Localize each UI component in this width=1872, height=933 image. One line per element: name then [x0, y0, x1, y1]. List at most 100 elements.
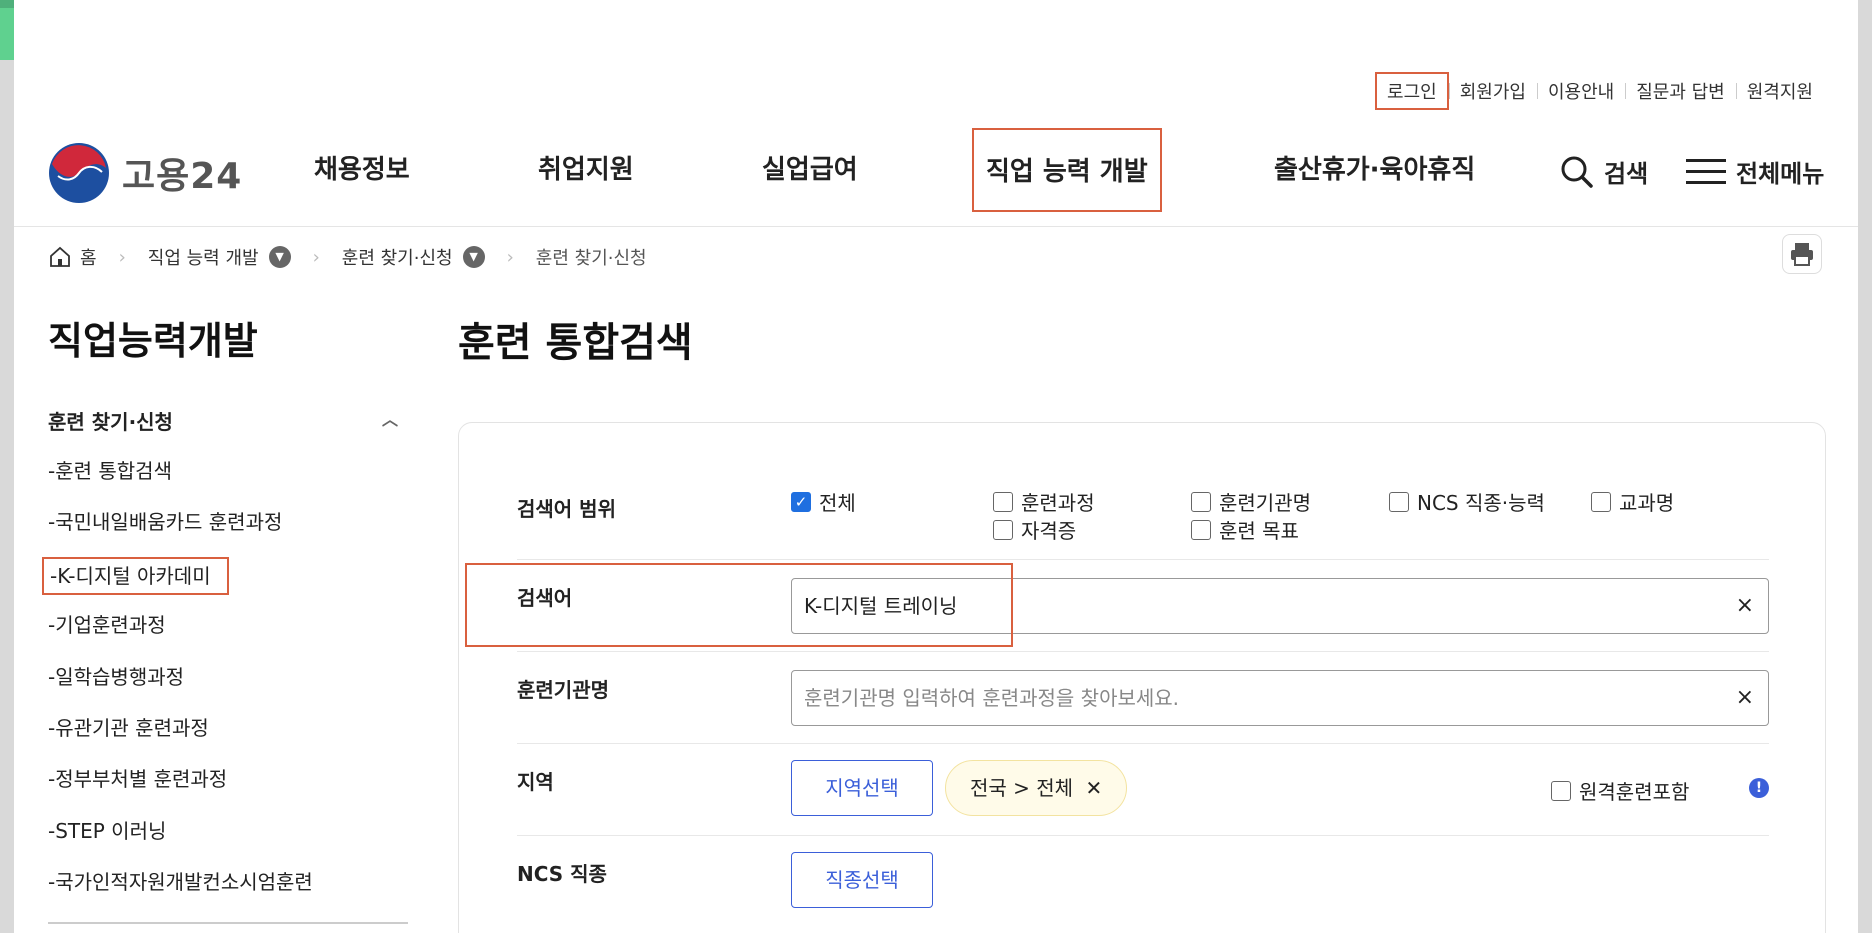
- chevron-up-icon: ︿: [381, 410, 398, 429]
- search-panel: 검색어 범위 ✓ 전체 훈련과정 훈련기관명 NCS 직종·능력 교과명 자격증 …: [458, 422, 1826, 933]
- remote-training-checkbox[interactable]: 원격훈련포함: [1551, 776, 1689, 805]
- close-icon[interactable]: ✕: [1085, 776, 1102, 800]
- gnb-employment-support[interactable]: 취업지원: [538, 128, 634, 212]
- gnb-parental-leave[interactable]: 출산휴가·육아휴직: [1274, 128, 1475, 212]
- scope-subject-checkbox[interactable]: 교과명: [1591, 487, 1674, 516]
- header-divider: [14, 226, 1858, 227]
- checkbox-box: [1191, 491, 1211, 512]
- checkbox-box: [1389, 491, 1409, 512]
- printer-icon: [1791, 243, 1813, 266]
- scope-goal-label: 훈련 목표: [1219, 519, 1299, 543]
- guide-link[interactable]: 이용안내: [1536, 78, 1625, 104]
- utility-links: 로그인 회원가입 이용안내 질문과 답변 원격지원: [1375, 72, 1824, 110]
- gnb-jobs[interactable]: 채용정보: [314, 128, 410, 212]
- institution-input[interactable]: 훈련기관명 입력하여 훈련과정을 찾아보세요. ×: [791, 670, 1769, 726]
- lnb-item-label: -국민내일배움카드 훈련과정: [48, 510, 283, 535]
- scope-institution-checkbox[interactable]: 훈련기관명: [1191, 487, 1311, 516]
- scope-course-label: 훈련과정: [1021, 491, 1095, 515]
- scope-license-checkbox[interactable]: 자격증: [993, 515, 1076, 544]
- page: 로그인 회원가입 이용안내 질문과 답변 원격지원 고용24 채용정보 취업지원…: [14, 0, 1858, 933]
- qna-link[interactable]: 질문과 답변: [1625, 78, 1736, 104]
- scope-row: 검색어 범위 ✓ 전체 훈련과정 훈련기관명 NCS 직종·능력 교과명 자격증 …: [517, 423, 1769, 560]
- region-chip-label: 전국 > 전체: [970, 776, 1074, 800]
- ncs-label: NCS 직종: [517, 862, 607, 886]
- check-icon: ✓: [791, 491, 811, 512]
- checkbox-box: [1191, 519, 1211, 540]
- lnb-item-label: -정부부처별 훈련과정: [48, 767, 228, 792]
- chevron-down-icon[interactable]: ▼: [268, 246, 291, 268]
- print-button[interactable]: [1782, 234, 1822, 274]
- lnb-item[interactable]: -STEP 이러닝: [48, 814, 408, 865]
- checkbox-box: [1591, 491, 1611, 512]
- breadcrumb-chevron-icon: ›: [506, 246, 514, 268]
- page-title: 훈련 통합검색: [458, 320, 693, 366]
- breadcrumb-level1[interactable]: 직업 능력 개발: [148, 244, 259, 270]
- lnb-item-k-digital-academy[interactable]: -K-디지털 아카데미: [42, 556, 408, 608]
- lnb-title: 직업능력개발: [48, 319, 258, 363]
- region-label: 지역: [517, 770, 554, 794]
- scope-license-label: 자격증: [1021, 519, 1077, 543]
- scope-course-checkbox[interactable]: 훈련과정: [993, 487, 1095, 516]
- home-icon[interactable]: [48, 245, 72, 269]
- region-row: 지역 지역선택 전국 > 전체 ✕ 원격훈련포함 !: [517, 744, 1769, 836]
- gnb-unemployment-benefit[interactable]: 실업급여: [762, 128, 858, 212]
- signup-link[interactable]: 회원가입: [1448, 78, 1537, 104]
- search-label: 검색: [1604, 160, 1649, 188]
- scope-all-label: 전체: [819, 491, 856, 515]
- lnb-item-label: -유관기관 훈련과정: [48, 715, 209, 740]
- lnb-item-label: -훈련 통합검색: [48, 459, 172, 483]
- lnb-item[interactable]: -유관기관 훈련과정: [48, 711, 408, 762]
- info-icon[interactable]: !: [1749, 778, 1769, 798]
- breadcrumb: 홈 › 직업 능력 개발 ▼ › 훈련 찾기·신청 ▼ › 훈련 찾기·신청: [48, 244, 647, 270]
- hamburger-icon: [1686, 158, 1726, 184]
- lnb-item[interactable]: -훈련 통합검색: [48, 454, 408, 505]
- lnb-item[interactable]: -정부부처별 훈련과정: [48, 762, 408, 813]
- breadcrumb-chevron-icon: ›: [118, 246, 126, 268]
- scope-ncs-label: NCS 직종·능력: [1417, 491, 1545, 515]
- breadcrumb-level2[interactable]: 훈련 찾기·신청: [342, 244, 453, 270]
- all-menu-label: 전체메뉴: [1736, 160, 1825, 188]
- clear-icon[interactable]: ×: [1736, 579, 1754, 633]
- checkbox-box: [1551, 780, 1571, 801]
- lnb-item[interactable]: -일학습병행과정: [48, 660, 408, 711]
- checkbox-box: [993, 519, 1013, 540]
- scope-institution-label: 훈련기관명: [1219, 491, 1311, 515]
- institution-placeholder: 훈련기관명 입력하여 훈련과정을 찾아보세요.: [804, 686, 1180, 710]
- scope-all-checkbox[interactable]: ✓ 전체: [791, 487, 856, 516]
- checkbox-box: [993, 491, 1013, 512]
- lnb-item-label: -STEP 이러닝: [48, 818, 167, 843]
- lnb-section-toggle[interactable]: 훈련 찾기·신청 ︿: [48, 406, 398, 435]
- scope-ncs-checkbox[interactable]: NCS 직종·능력: [1389, 487, 1545, 516]
- scope-subject-label: 교과명: [1619, 491, 1675, 515]
- institution-row: 훈련기관명 훈련기관명 입력하여 훈련과정을 찾아보세요. ×: [517, 652, 1769, 744]
- breadcrumb-chevron-icon: ›: [312, 246, 320, 268]
- chevron-down-icon[interactable]: ▼: [462, 246, 485, 268]
- ncs-select-button[interactable]: 직종선택: [791, 852, 933, 908]
- region-select-button[interactable]: 지역선택: [791, 760, 933, 816]
- ncs-row: NCS 직종 직종선택: [517, 836, 1769, 928]
- gnb-vocational-training[interactable]: 직업 능력 개발: [972, 128, 1162, 212]
- remote-support-link[interactable]: 원격지원: [1735, 78, 1824, 104]
- breadcrumb-home[interactable]: 홈: [80, 244, 97, 270]
- scope-goal-checkbox[interactable]: 훈련 목표: [1191, 515, 1299, 544]
- breadcrumb-current: 훈련 찾기·신청: [535, 248, 647, 269]
- lnb-menu: -훈련 통합검색 -국민내일배움카드 훈련과정 -K-디지털 아카데미 -기업훈…: [42, 454, 408, 917]
- clear-icon[interactable]: ×: [1736, 671, 1754, 725]
- lnb-item[interactable]: -국가인적자원개발컨소시엄훈련: [48, 865, 408, 916]
- lnb-item-label: -국가인적자원개발컨소시엄훈련: [48, 870, 313, 895]
- lnb-item-label: -기업훈련과정: [48, 613, 166, 638]
- institution-label: 훈련기관명: [517, 678, 609, 702]
- search-icon: [1561, 156, 1593, 188]
- remote-training-label: 원격훈련포함: [1579, 780, 1690, 804]
- region-chip[interactable]: 전국 > 전체 ✕: [945, 760, 1128, 816]
- lnb-item[interactable]: -국민내일배움카드 훈련과정: [48, 505, 408, 556]
- login-link[interactable]: 로그인: [1375, 72, 1449, 110]
- lnb-item-label: -K-디지털 아카데미: [42, 556, 229, 595]
- lnb-item[interactable]: -기업훈련과정: [48, 608, 408, 659]
- lnb-divider: [48, 922, 408, 924]
- keyword-highlight: [465, 563, 1013, 647]
- all-menu-button[interactable]: 전체메뉴: [1686, 154, 1824, 189]
- lnb-item-label: -일학습병행과정: [48, 664, 185, 689]
- search-button[interactable]: 검색: [1560, 154, 1648, 189]
- scope-label: 검색어 범위: [517, 497, 616, 521]
